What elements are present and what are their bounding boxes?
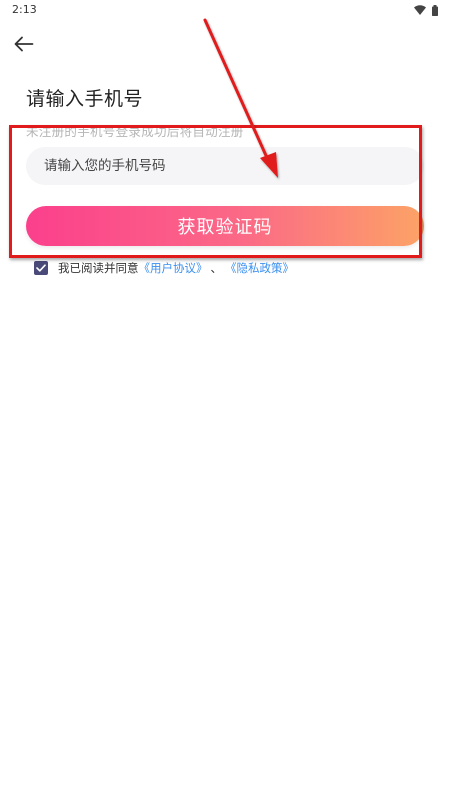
privacy-policy-link[interactable]: 《隐私政策》	[225, 260, 294, 276]
page-title: 请输入手机号	[26, 88, 144, 110]
back-button[interactable]	[10, 34, 38, 58]
phone-input[interactable]	[26, 147, 424, 185]
battery-icon	[432, 4, 438, 16]
status-time: 2:13	[12, 3, 37, 16]
status-icons	[414, 4, 438, 16]
agree-checkbox[interactable]	[34, 261, 48, 275]
arrow-left-icon	[14, 36, 34, 56]
agreement-row: 我已阅读并同意 《用户协议》 、 《隐私政策》	[34, 259, 294, 277]
checkmark-icon	[36, 261, 46, 275]
status-bar: 2:13	[0, 0, 450, 22]
login-screen: 2:13 请输入手机号 未注册的手机号登录成功后将自动注册 获取验证码 我已阅读…	[0, 0, 450, 800]
get-code-button[interactable]: 获取验证码	[26, 206, 424, 246]
wifi-icon	[414, 5, 426, 15]
page-subtitle: 未注册的手机号登录成功后将自动注册	[26, 124, 244, 139]
user-agreement-link[interactable]: 《用户协议》	[139, 260, 208, 276]
annotation-arrow	[203, 18, 278, 178]
agreement-prefix: 我已阅读并同意	[58, 261, 139, 275]
agreement-separator: 、	[210, 261, 223, 275]
